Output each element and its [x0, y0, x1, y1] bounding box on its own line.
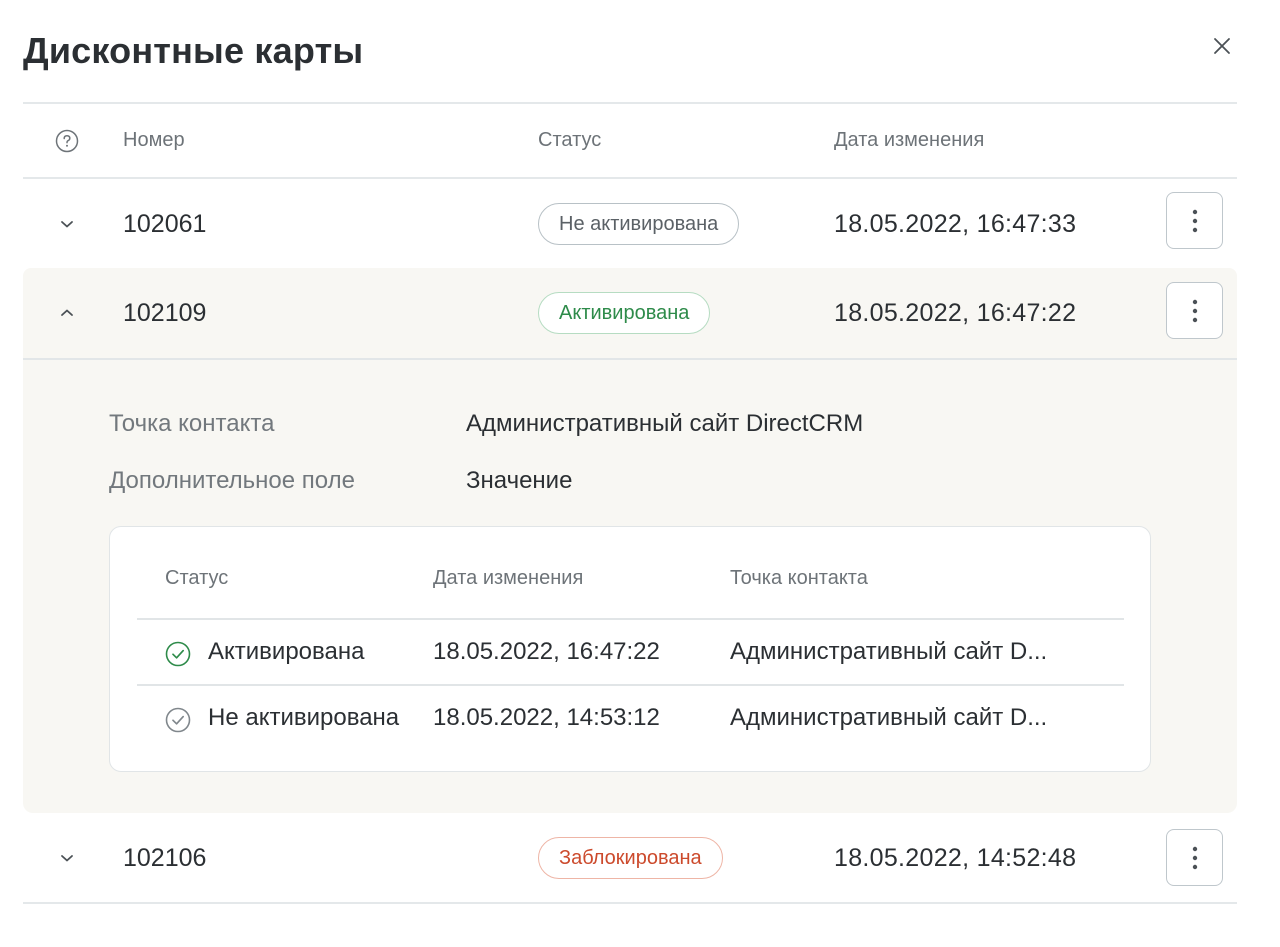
card-number: 102109	[123, 298, 207, 327]
table-row-expanded[interactable]: 102109 Активирована 18.05.2022, 16:47:22	[23, 268, 1237, 358]
history-date: 18.05.2022, 16:47:22	[433, 638, 660, 665]
chevron-up-icon	[61, 309, 73, 316]
column-header-date[interactable]: Дата изменения	[834, 104, 984, 177]
status-cell: Не активирована	[538, 179, 740, 269]
divider	[137, 618, 1124, 620]
dialog-title: Дисконтные карты	[23, 30, 364, 71]
status-badge: Не активирована	[538, 203, 740, 245]
card-number: 102106	[123, 843, 207, 872]
more-vertical-icon	[1192, 299, 1197, 322]
card-number: 102061	[123, 209, 207, 238]
column-header-status[interactable]: Статус	[538, 104, 601, 177]
row-menu-button[interactable]	[1166, 829, 1223, 886]
change-date: 18.05.2022, 16:47:33	[834, 209, 1077, 238]
question-circle-icon	[55, 129, 79, 152]
history-status: Не активирована	[208, 704, 400, 731]
history-header-point: Точка контакта	[730, 567, 868, 589]
close-icon	[1214, 38, 1230, 54]
status-history-table: Статус Дата изменения Точка контакта Акт…	[109, 526, 1151, 772]
change-date: 18.05.2022, 14:52:48	[834, 843, 1077, 872]
detail-value: Значение	[466, 467, 573, 494]
history-point: Административный сайт D...	[730, 704, 1048, 731]
change-date: 18.05.2022, 16:47:22	[834, 298, 1077, 327]
chevron-down-icon	[61, 221, 73, 228]
more-vertical-icon	[1192, 209, 1197, 232]
collapse-toggle[interactable]	[53, 268, 81, 358]
expand-toggle[interactable]	[53, 813, 81, 903]
check-circle-icon	[165, 641, 191, 667]
row-menu-button[interactable]	[1166, 282, 1223, 339]
status-cell: Заблокирована	[538, 813, 723, 903]
detail-value: Административный сайт DirectCRM	[466, 410, 864, 437]
table-row[interactable]: 102061 Не активирована 18.05.2022, 16:47…	[23, 179, 1237, 269]
history-header-date: Дата изменения	[433, 567, 584, 589]
divider	[23, 902, 1237, 904]
check-circle-icon	[165, 707, 191, 733]
status-badge: Заблокирована	[538, 837, 723, 879]
table-row[interactable]: 102106 Заблокирована 18.05.2022, 14:52:4…	[23, 813, 1237, 903]
close-button[interactable]	[1206, 30, 1238, 62]
expand-toggle[interactable]	[53, 179, 81, 269]
status-cell: Активирована	[538, 268, 711, 358]
history-point: Административный сайт D...	[730, 638, 1048, 665]
discount-cards-dialog: Дисконтные карты Номер Статус Дата измен…	[0, 0, 1280, 947]
help-button[interactable]	[53, 104, 81, 177]
divider	[137, 684, 1124, 686]
row-details: Точка контакта Административный сайт Dir…	[23, 358, 1237, 813]
more-vertical-icon	[1192, 846, 1197, 869]
detail-label: Точка контакта	[109, 410, 275, 437]
column-header-number[interactable]: Номер	[123, 104, 185, 177]
history-header-status: Статус	[165, 567, 229, 589]
table-header: Номер Статус Дата изменения	[23, 104, 1237, 177]
history-status: Активирована	[208, 638, 365, 665]
history-date: 18.05.2022, 14:53:12	[433, 704, 660, 731]
row-menu-button[interactable]	[1166, 192, 1223, 249]
detail-label: Дополнительное поле	[109, 467, 355, 494]
chevron-down-icon	[61, 855, 73, 862]
status-badge: Активирована	[538, 292, 711, 334]
